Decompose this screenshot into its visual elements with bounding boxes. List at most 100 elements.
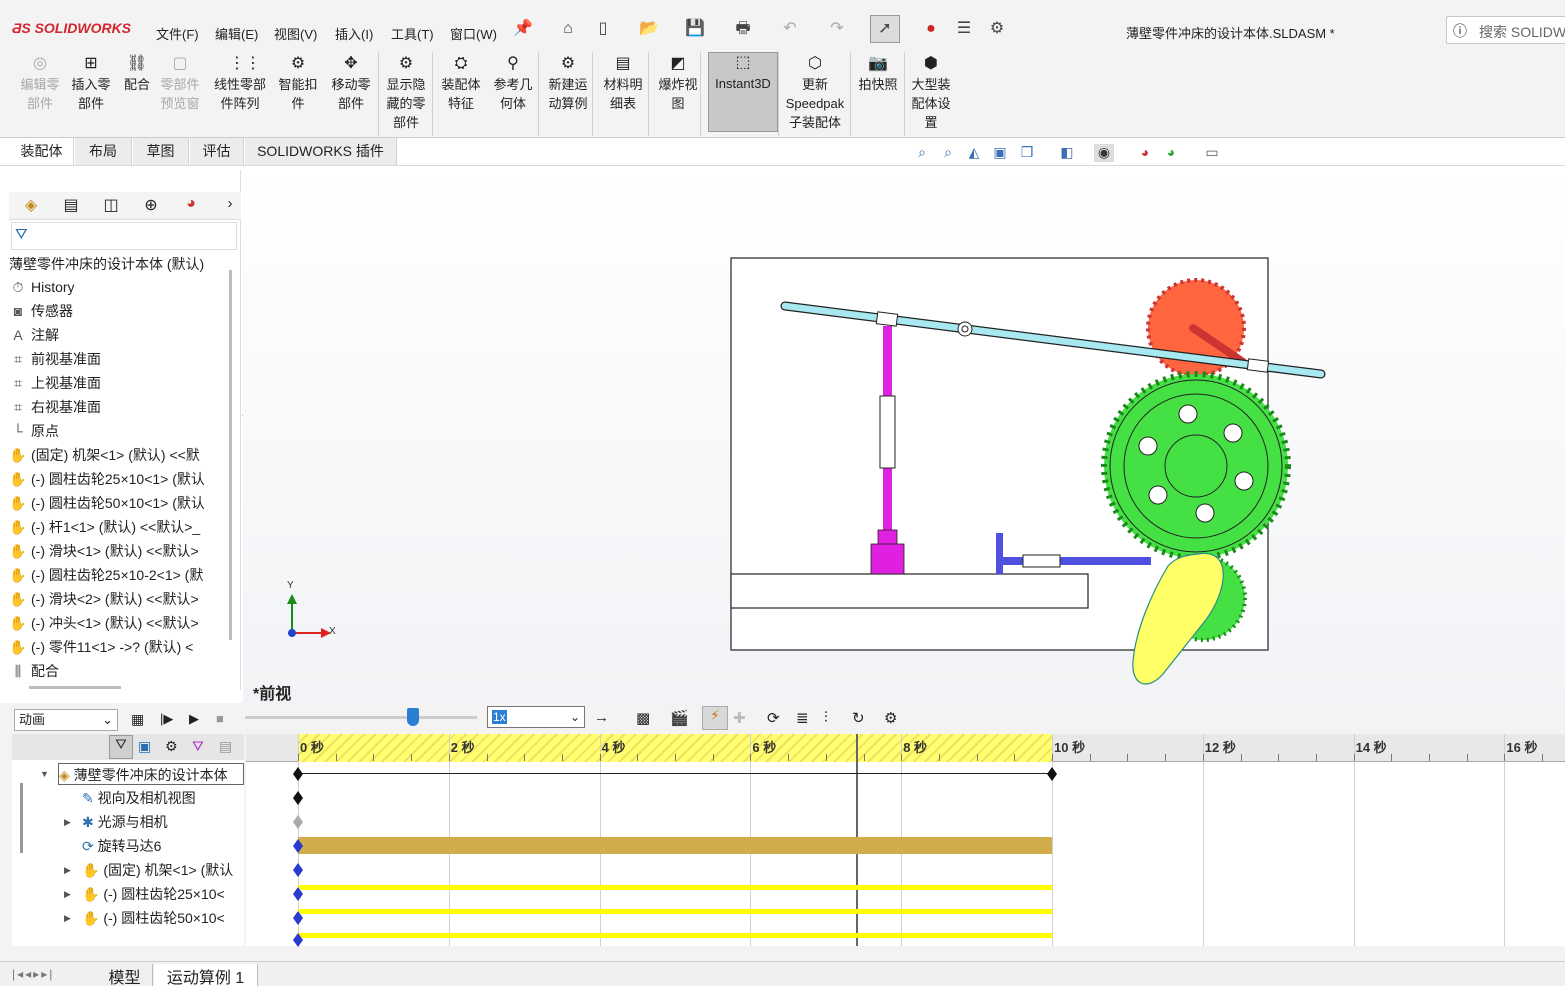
zoom-fit-icon[interactable]: ⌕ (912, 144, 932, 162)
calculate-icon[interactable]: ▦ (131, 711, 144, 728)
edit-component-button[interactable]: ◎ 编辑零 部件 (18, 54, 62, 113)
traffic-light-icon[interactable]: ● (920, 19, 942, 39)
dimxpert-icon[interactable]: ⊕ (137, 195, 165, 219)
play-icon[interactable]: ▶ (189, 711, 199, 727)
update-speedpak-button[interactable]: ⬡ 更新 Speedpak 子装配体 (785, 54, 845, 132)
property-manager-icon[interactable]: ▤ (57, 195, 85, 219)
component-preview-button[interactable]: ▢ 零部件 预览窗 (158, 54, 202, 113)
edit-appearance-icon[interactable]: ◕ (1135, 144, 1155, 162)
playback-mode-icon[interactable]: → (594, 709, 609, 726)
tree-item[interactable]: ✋ (-) 滑块<2> (默认) <<默认> (9, 588, 227, 610)
open-icon[interactable]: 📂 (638, 19, 660, 39)
component-change-bar[interactable] (298, 933, 1052, 938)
component-change-bar[interactable] (298, 909, 1052, 914)
stop-icon[interactable]: ■ (216, 711, 224, 726)
search-box[interactable]: ⓘ 搜索 SOLIDW (1446, 16, 1565, 44)
tab-model[interactable]: 模型 (97, 964, 153, 987)
collapse-arrow-icon[interactable]: ▼ (40, 769, 49, 779)
instant3d-button[interactable]: ⬚ Instant3D (708, 52, 778, 132)
tree-hscrollbar[interactable] (29, 686, 121, 689)
playback-speed-select[interactable]: 1x ⌄ (487, 706, 585, 728)
filter-driving-icon[interactable]: ▣ (138, 738, 151, 755)
filter-animated-icon[interactable]: ⛛ (109, 735, 133, 759)
tree-item[interactable]: ✋ (-) 滑块<1> (默认) <<默认> (9, 540, 227, 562)
display-style-icon[interactable]: ◧ (1057, 144, 1077, 162)
tree-item[interactable]: ✋ (-) 圆柱齿轮50×10<1> (默认 (9, 492, 227, 514)
tree-item[interactable]: ⏱ History (9, 276, 227, 298)
show-hidden-button[interactable]: ⚙ 显示隐 藏的零 部件 (384, 54, 428, 132)
configuration-manager-icon[interactable]: ◫ (97, 195, 125, 219)
tree-item[interactable]: ✋ (-) 圆柱齿轮25×10<1> (默认 (9, 468, 227, 490)
tab-scroll-arrows[interactable]: |◂◂▸▸| (12, 967, 54, 981)
large-assembly-settings-button[interactable]: ⬢ 大型装 配体设置 (908, 54, 954, 132)
tab-layout[interactable]: 布局 (75, 138, 132, 165)
graphics-area[interactable]: Y X *前视 (243, 166, 1565, 703)
pin-icon[interactable]: 📌 (512, 19, 534, 39)
tree-root[interactable]: 薄壁零件冲床的设计本体 (默认) (9, 254, 204, 274)
mate-button[interactable]: ⛓ 配合 (120, 54, 154, 94)
motion-tree-item[interactable]: ✋ (-) 圆柱齿轮25×10< (82, 883, 244, 905)
tree-item[interactable]: ◙ 传感器 (9, 300, 227, 322)
damper-icon[interactable]: ⫶ (824, 709, 828, 726)
filter-results-icon[interactable]: ⛛ (192, 738, 204, 755)
motion-tree-item[interactable]: ✋ (-) 圆柱齿轮50×10< (82, 907, 244, 929)
expand-arrow-icon[interactable]: ▶ (64, 889, 71, 900)
animation-wizard-icon[interactable]: 🎬 (670, 709, 689, 727)
hide-show-icon[interactable]: ◉ (1094, 144, 1114, 162)
tree-item[interactable]: ✋ (-) 杆1<1> (默认) <<默认>_ (9, 516, 227, 538)
view-orientation-icon[interactable]: ❒ (1017, 144, 1037, 162)
motion-tree-item[interactable]: ◈ 薄壁零件冲床的设计本体 (58, 763, 244, 785)
home-icon[interactable]: ⌂ (557, 19, 579, 39)
display-manager-icon[interactable]: ◕ (177, 195, 205, 219)
undo-icon[interactable]: ↶ (779, 19, 801, 39)
tree-item[interactable]: ⌗ 前视基准面 (9, 348, 227, 370)
tree-item[interactable]: ✋ (-) 零件11<1> ->? (默认) < (9, 636, 227, 658)
motion-tree-scrollbar[interactable] (20, 783, 23, 853)
tab-motion-study-1[interactable]: 运动算例 1 (154, 964, 258, 987)
spring-icon[interactable]: ≣ (796, 709, 809, 727)
add-key-icon[interactable]: ✚ (733, 709, 746, 727)
redo-icon[interactable]: ↷ (826, 19, 848, 39)
expand-arrow-icon[interactable]: ▶ (64, 865, 71, 876)
menu-tools[interactable]: 工具(T) (391, 24, 434, 43)
playback-slider-thumb[interactable] (407, 708, 419, 726)
filter-selected-icon[interactable]: ⚙ (165, 738, 178, 755)
menu-edit[interactable]: 编辑(E) (215, 24, 258, 43)
move-component-button[interactable]: ✥ 移动零 部件 (328, 54, 374, 113)
tab-sketch[interactable]: 草图 (133, 138, 189, 165)
tree-item[interactable]: ⌗ 上视基准面 (9, 372, 227, 394)
tree-scrollbar[interactable] (229, 270, 232, 640)
section-view-icon[interactable]: ▣ (990, 144, 1010, 162)
motion-tree-item[interactable]: ⟳ 旋转马达6 (82, 835, 244, 857)
menu-window[interactable]: 窗口(W) (450, 24, 497, 43)
expand-arrow-icon[interactable]: ▶ (64, 913, 71, 924)
tree-item[interactable]: ⫼ 配合 (9, 660, 227, 682)
tree-item[interactable]: ✋ (固定) 机架<1> (默认) <<默 (9, 444, 227, 466)
tab-addins[interactable]: SOLIDWORKS 插件 (245, 138, 397, 165)
file-properties-icon[interactable]: ☰ (953, 19, 975, 39)
tree-item[interactable]: ⌗ 右视基准面 (9, 396, 227, 418)
tree-item[interactable]: ✋ (-) 圆柱齿轮25×10-2<1> (默 (9, 564, 227, 586)
options-gear-icon[interactable]: ⚙ (986, 19, 1008, 39)
menu-insert[interactable]: 插入(I) (335, 24, 373, 43)
assembly-features-button[interactable]: ⛭ 装配体 特征 (438, 54, 484, 113)
expand-arrow-icon[interactable]: ▶ (64, 817, 71, 828)
view-settings-icon[interactable]: ▭ (1202, 144, 1222, 162)
tree-item[interactable]: A 注解 (9, 324, 227, 346)
linear-pattern-button[interactable]: ⋮⋮ 线性零部 件阵列 (211, 54, 269, 113)
new-document-icon[interactable]: ▯ (592, 19, 614, 39)
reference-geometry-button[interactable]: ⚲ 参考几 何体 (490, 54, 536, 113)
study-properties-gear-icon[interactable]: ⚙ (884, 709, 897, 727)
menu-file[interactable]: 文件(F) (156, 24, 199, 43)
filter-icon[interactable]: ⛛ (15, 226, 28, 243)
force-icon[interactable]: ↻ (852, 709, 865, 727)
select-icon[interactable]: ➚ (870, 15, 900, 43)
motion-tree-item[interactable]: ✱ 光源与相机 (82, 811, 244, 833)
zoom-area-icon[interactable]: ⌕ (938, 144, 958, 162)
play-from-start-icon[interactable]: |▶ (160, 711, 173, 727)
chevron-right-icon[interactable]: › (223, 195, 237, 219)
autokey-icon[interactable]: ⚡ (702, 706, 728, 730)
bom-button[interactable]: ▤ 材料明 细表 (600, 54, 646, 113)
tree-item[interactable]: ✋ (-) 冲头<1> (默认) <<默认> (9, 612, 227, 634)
previous-view-icon[interactable]: ◭ (964, 144, 984, 162)
